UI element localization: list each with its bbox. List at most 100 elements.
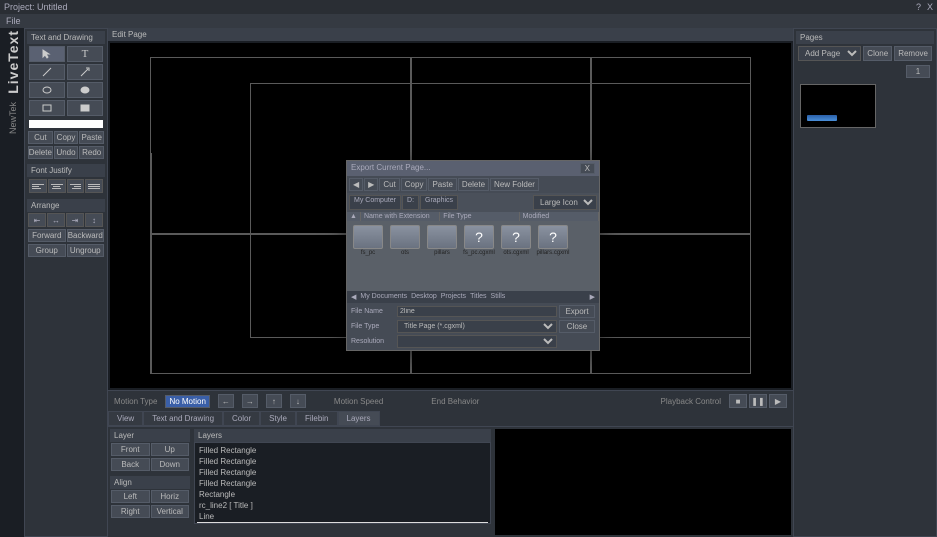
align-horiz[interactable]: Horiz <box>151 490 190 503</box>
tab-layers[interactable]: Layers <box>338 411 380 426</box>
layer-item[interactable]: Filled Rectangle <box>197 478 488 489</box>
forward-button[interactable]: Forward <box>28 229 66 242</box>
layer-item[interactable]: rc_line2 [ Title ] <box>197 500 488 511</box>
col-type[interactable]: File Type <box>440 212 519 221</box>
layer-item[interactable]: Line <box>197 511 488 522</box>
group-button[interactable]: Group <box>28 244 66 257</box>
layers-list[interactable]: Filled RectangleFilled RectangleFilled R… <box>194 442 491 524</box>
page-thumbnail[interactable] <box>800 84 876 128</box>
filled-rect-tool[interactable] <box>67 100 103 116</box>
layer-down[interactable]: Down <box>151 458 190 471</box>
dlg-copy[interactable]: Copy <box>401 178 428 191</box>
path-mycomputer[interactable]: My Computer <box>349 195 401 210</box>
justify-full[interactable] <box>85 179 103 193</box>
play-button[interactable]: ▶ <box>769 394 787 408</box>
clone-button[interactable]: Clone <box>863 46 892 61</box>
filetype-select[interactable]: Title Page (*.cgxml) <box>397 320 557 333</box>
resolution-select[interactable] <box>397 335 557 348</box>
justify-left[interactable] <box>29 179 47 193</box>
motion-left[interactable]: ← <box>218 394 234 408</box>
nudge-left[interactable]: ⇤ <box>28 213 46 227</box>
dlg-paste[interactable]: Paste <box>428 178 456 191</box>
justify-right[interactable] <box>67 179 85 193</box>
align-vertical[interactable]: Vertical <box>151 505 190 518</box>
color-swatch[interactable] <box>29 120 103 128</box>
tab-view[interactable]: View <box>108 411 143 426</box>
rect-tool[interactable] <box>29 100 65 116</box>
layer-item[interactable]: Rectangle <box>197 489 488 500</box>
filename-input[interactable] <box>397 306 557 317</box>
export-button[interactable]: Export <box>559 305 595 318</box>
layer-back[interactable]: Back <box>111 458 150 471</box>
dlg-cut[interactable]: Cut <box>379 178 399 191</box>
file-item[interactable]: ?fs_pc.cgxml <box>462 225 496 287</box>
layer-item[interactable]: Filled Rectangle <box>197 456 488 467</box>
stop-button[interactable]: ■ <box>729 394 747 408</box>
file-item[interactable]: pillars <box>425 225 459 287</box>
no-motion-button[interactable]: No Motion <box>165 395 209 408</box>
close-button[interactable]: X <box>927 2 933 12</box>
dlg-back[interactable]: ◀ <box>349 178 363 191</box>
backward-button[interactable]: Backward <box>67 229 105 242</box>
pause-button[interactable]: ❚❚ <box>749 394 767 408</box>
ellipse-tool[interactable] <box>29 82 65 98</box>
nudge-h[interactable]: ↔ <box>47 213 65 227</box>
sc-prev[interactable]: ◀ <box>351 293 356 301</box>
dialog-close-x[interactable]: X <box>580 163 595 174</box>
col-modified[interactable]: Modified <box>520 212 599 221</box>
remove-button[interactable]: Remove <box>894 46 932 61</box>
sc-desktop[interactable]: Desktop <box>411 293 437 301</box>
col-name[interactable]: Name with Extension <box>361 212 440 221</box>
cut-button[interactable]: Cut <box>28 131 53 144</box>
layer-item[interactable]: rc_line1 [ Name ] <box>197 522 488 524</box>
dlg-newfolder[interactable]: New Folder <box>490 178 539 191</box>
close-button-dlg[interactable]: Close <box>559 320 595 333</box>
layer-item[interactable]: Filled Rectangle <box>197 467 488 478</box>
line-tool[interactable] <box>29 64 65 80</box>
ungroup-button[interactable]: Ungroup <box>67 244 105 257</box>
layer-item[interactable]: Filled Rectangle <box>197 445 488 456</box>
sc-next[interactable]: ▶ <box>590 293 595 301</box>
delete-button[interactable]: Delete <box>28 146 53 159</box>
file-item[interactable]: fs_pc <box>351 225 385 287</box>
nudge-right[interactable]: ⇥ <box>66 213 84 227</box>
text-tool[interactable]: T <box>67 46 103 62</box>
path-folder[interactable]: Graphics <box>420 195 458 210</box>
sc-mydocs[interactable]: My Documents <box>360 293 407 301</box>
align-left[interactable]: Left <box>111 490 150 503</box>
layer-front[interactable]: Front <box>111 443 150 456</box>
menu-file[interactable]: File <box>6 16 21 26</box>
tab-color[interactable]: Color <box>223 411 260 426</box>
copy-button[interactable]: Copy <box>54 131 79 144</box>
motion-down[interactable]: ↓ <box>290 394 306 408</box>
sc-projects[interactable]: Projects <box>441 293 466 301</box>
align-right[interactable]: Right <box>111 505 150 518</box>
file-item[interactable]: ?pillars.cgxml <box>536 225 570 287</box>
undo-button[interactable]: Undo <box>54 146 79 159</box>
path-drive[interactable]: D: <box>402 195 419 210</box>
redo-button[interactable]: Redo <box>79 146 104 159</box>
tab-style[interactable]: Style <box>260 411 296 426</box>
dlg-delete[interactable]: Delete <box>458 178 489 191</box>
file-item[interactable]: ?ots.cgxml <box>499 225 533 287</box>
paste-button[interactable]: Paste <box>79 131 104 144</box>
sc-stills[interactable]: Stills <box>491 293 506 301</box>
motion-right[interactable]: → <box>242 394 258 408</box>
filled-ellipse-tool[interactable] <box>67 82 103 98</box>
end-behavior-label: End Behavior <box>431 397 479 406</box>
motion-up[interactable]: ↑ <box>266 394 282 408</box>
sc-titles[interactable]: Titles <box>470 293 486 301</box>
page-number[interactable]: 1 <box>906 65 930 78</box>
nudge-v[interactable]: ↕ <box>85 213 103 227</box>
justify-center[interactable] <box>48 179 66 193</box>
add-page-select[interactable]: Add Page <box>798 46 861 61</box>
dlg-fwd[interactable]: ▶ <box>364 178 378 191</box>
arrow-tool[interactable] <box>67 64 103 80</box>
tab-filebin[interactable]: Filebin <box>296 411 338 426</box>
layer-up[interactable]: Up <box>151 443 190 456</box>
view-mode[interactable]: Large Icon <box>533 195 597 210</box>
file-item[interactable]: ots <box>388 225 422 287</box>
tab-text-drawing[interactable]: Text and Drawing <box>143 411 223 426</box>
select-tool[interactable] <box>29 46 65 62</box>
help-button[interactable]: ? <box>916 2 921 12</box>
